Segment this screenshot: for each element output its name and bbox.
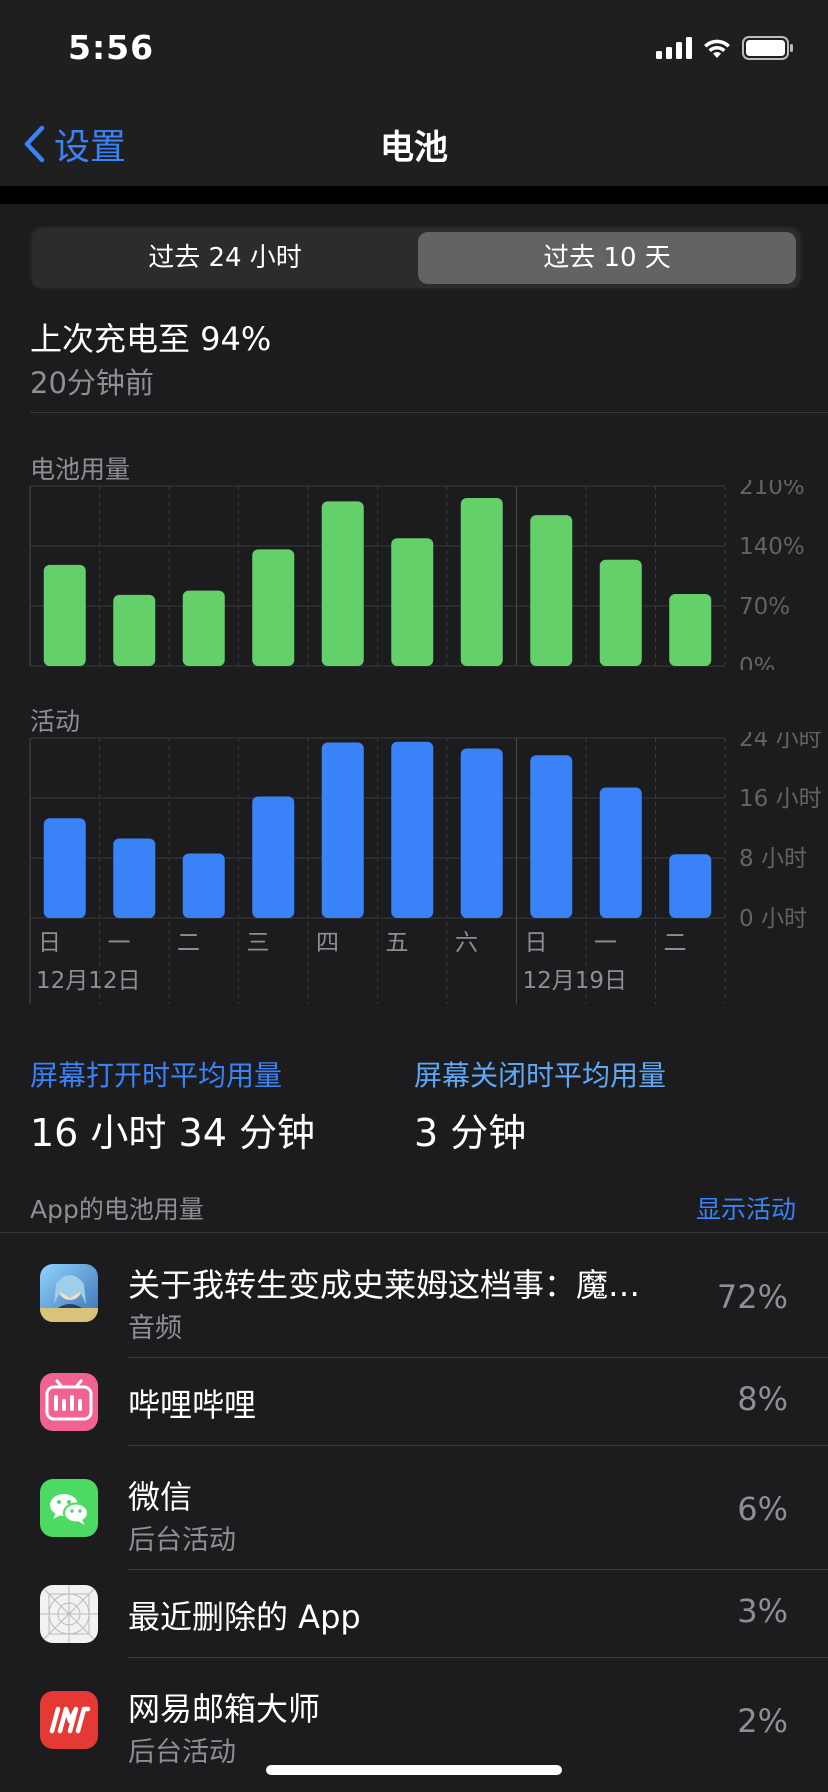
cellular-signal-icon [656,37,692,59]
bilibili-icon [40,1373,98,1431]
app-row-bilibili[interactable]: 哔哩哔哩 8% [0,1358,828,1446]
chart-bar[interactable] [391,538,434,666]
y-tick-label: 210% [739,480,805,500]
navigation-bar: 设置 电池 [0,100,828,187]
last-charge-time: 20分钟前 [30,366,154,400]
chart-bar[interactable] [391,741,434,918]
y-tick-label: 70% [739,594,790,620]
battery-usage-chart: 210% 140% 70% 0% [29,480,805,670]
chart-bar[interactable] [321,742,364,919]
netease-mail-icon [40,1691,98,1749]
app-name: 网易邮箱大师 [128,1690,321,1728]
chart-bar[interactable] [669,854,712,918]
app-percent: 72% [716,1278,788,1316]
chart-bar[interactable] [113,594,156,666]
app-sub: 音频 [128,1313,182,1344]
chart-bar[interactable] [669,594,712,666]
status-bar: 5:56 [0,0,828,100]
x-tick-label: 二 [664,930,687,956]
home-indicator[interactable] [266,1765,562,1775]
chart-bar[interactable] [182,853,225,919]
x-tick-label: 一 [594,930,617,956]
y-tick-label: 0 小时 [739,906,807,932]
app-battery-usage-header: App的电池用量 [30,1195,204,1224]
x-tick-label: 四 [316,930,339,956]
chart-bar[interactable] [599,787,642,919]
activity-chart: 24 小时 16 小时 8 小时 0 小时日 一 二 三 四 五 六 日 一 二 12月12日 12月19日 [29,732,822,1004]
chart-bar[interactable] [182,590,225,666]
x-tick-label: 一 [108,930,131,956]
header-divider [0,186,828,204]
wifi-icon [704,39,730,58]
app-row-wechat[interactable]: 微信 后台活动 6% [0,1446,828,1570]
screen-off-stat: 屏幕关闭时平均用量 3 分钟 [414,1054,666,1157]
chart-bar[interactable] [530,755,573,918]
status-time: 5:56 [68,28,155,67]
screen-off-value: 3 分钟 [414,1111,527,1155]
app-name: 最近删除的 App [128,1598,361,1636]
x-tick-label: 日 [525,930,548,956]
divider [0,1232,828,1233]
y-tick-label: 24 小时 [739,732,822,752]
chart-bar[interactable] [460,748,503,919]
chart-bar[interactable] [530,515,573,666]
app-percent: 2% [737,1702,788,1740]
app-sub: 后台活动 [128,1737,236,1768]
battery-icon [742,36,793,60]
y-tick-label: 8 小时 [739,846,807,872]
page-title: 电池 [380,128,448,168]
x-tick-label: 三 [247,930,270,956]
chart-bar[interactable] [43,564,86,666]
x-tick-label: 五 [386,930,409,956]
app-name: 关于我转生变成史莱姆这档事：魔… [128,1266,641,1304]
status-icons [656,36,794,60]
segment-24-hours[interactable]: 过去 24 小时 [36,232,414,284]
screen-on-label: 屏幕打开时平均用量 [30,1059,283,1092]
week-date-label: 12月12日 [36,968,141,994]
segment-10-days[interactable]: 过去 10 天 [418,232,796,284]
screen-on-stat: 屏幕打开时平均用量 16 小时 34 分钟 [30,1054,315,1157]
week-date-label: 12月19日 [523,968,628,994]
x-tick-label: 六 [455,930,478,956]
chart-bar[interactable] [43,818,86,918]
wechat-icon [40,1479,98,1537]
chart-bar[interactable] [460,498,503,666]
app-percent: 3% [737,1592,788,1630]
screen-on-value: 16 小时 34 分钟 [30,1111,315,1155]
show-activity-button[interactable]: 显示活动 [696,1190,796,1226]
app-row-deleted-app[interactable]: 最近删除的 App 3% [0,1570,828,1658]
divider [30,412,828,413]
chart-bar[interactable] [599,559,642,666]
anime-game-icon [40,1264,98,1322]
app-sub: 后台活动 [128,1525,236,1556]
deleted-app-icon [40,1585,98,1643]
x-tick-label: 日 [38,930,61,956]
app-percent: 6% [737,1490,788,1528]
y-tick-label: 16 小时 [739,786,822,812]
y-tick-label: 140% [739,534,805,560]
chart-bar[interactable] [113,838,156,919]
chart-bar[interactable] [321,501,364,666]
app-row-netease-mail[interactable]: 网易邮箱大师 后台活动 2% [0,1658,828,1782]
x-tick-label: 二 [177,930,200,956]
time-range-segmented-control: 过去 24 小时 过去 10 天 [30,226,802,290]
app-name: 微信 [128,1478,193,1516]
app-row-slime-game[interactable]: 关于我转生变成史莱姆这档事：魔… 音频 72% [0,1234,828,1358]
last-charge-title: 上次充电至 94% [30,320,272,358]
screen-off-label: 屏幕关闭时平均用量 [414,1059,667,1092]
chart-bar[interactable] [252,796,295,919]
app-percent: 8% [737,1380,788,1418]
chart-bar[interactable] [252,549,295,666]
y-tick-label: 0% [739,654,776,670]
app-name: 哔哩哔哩 [128,1386,257,1424]
